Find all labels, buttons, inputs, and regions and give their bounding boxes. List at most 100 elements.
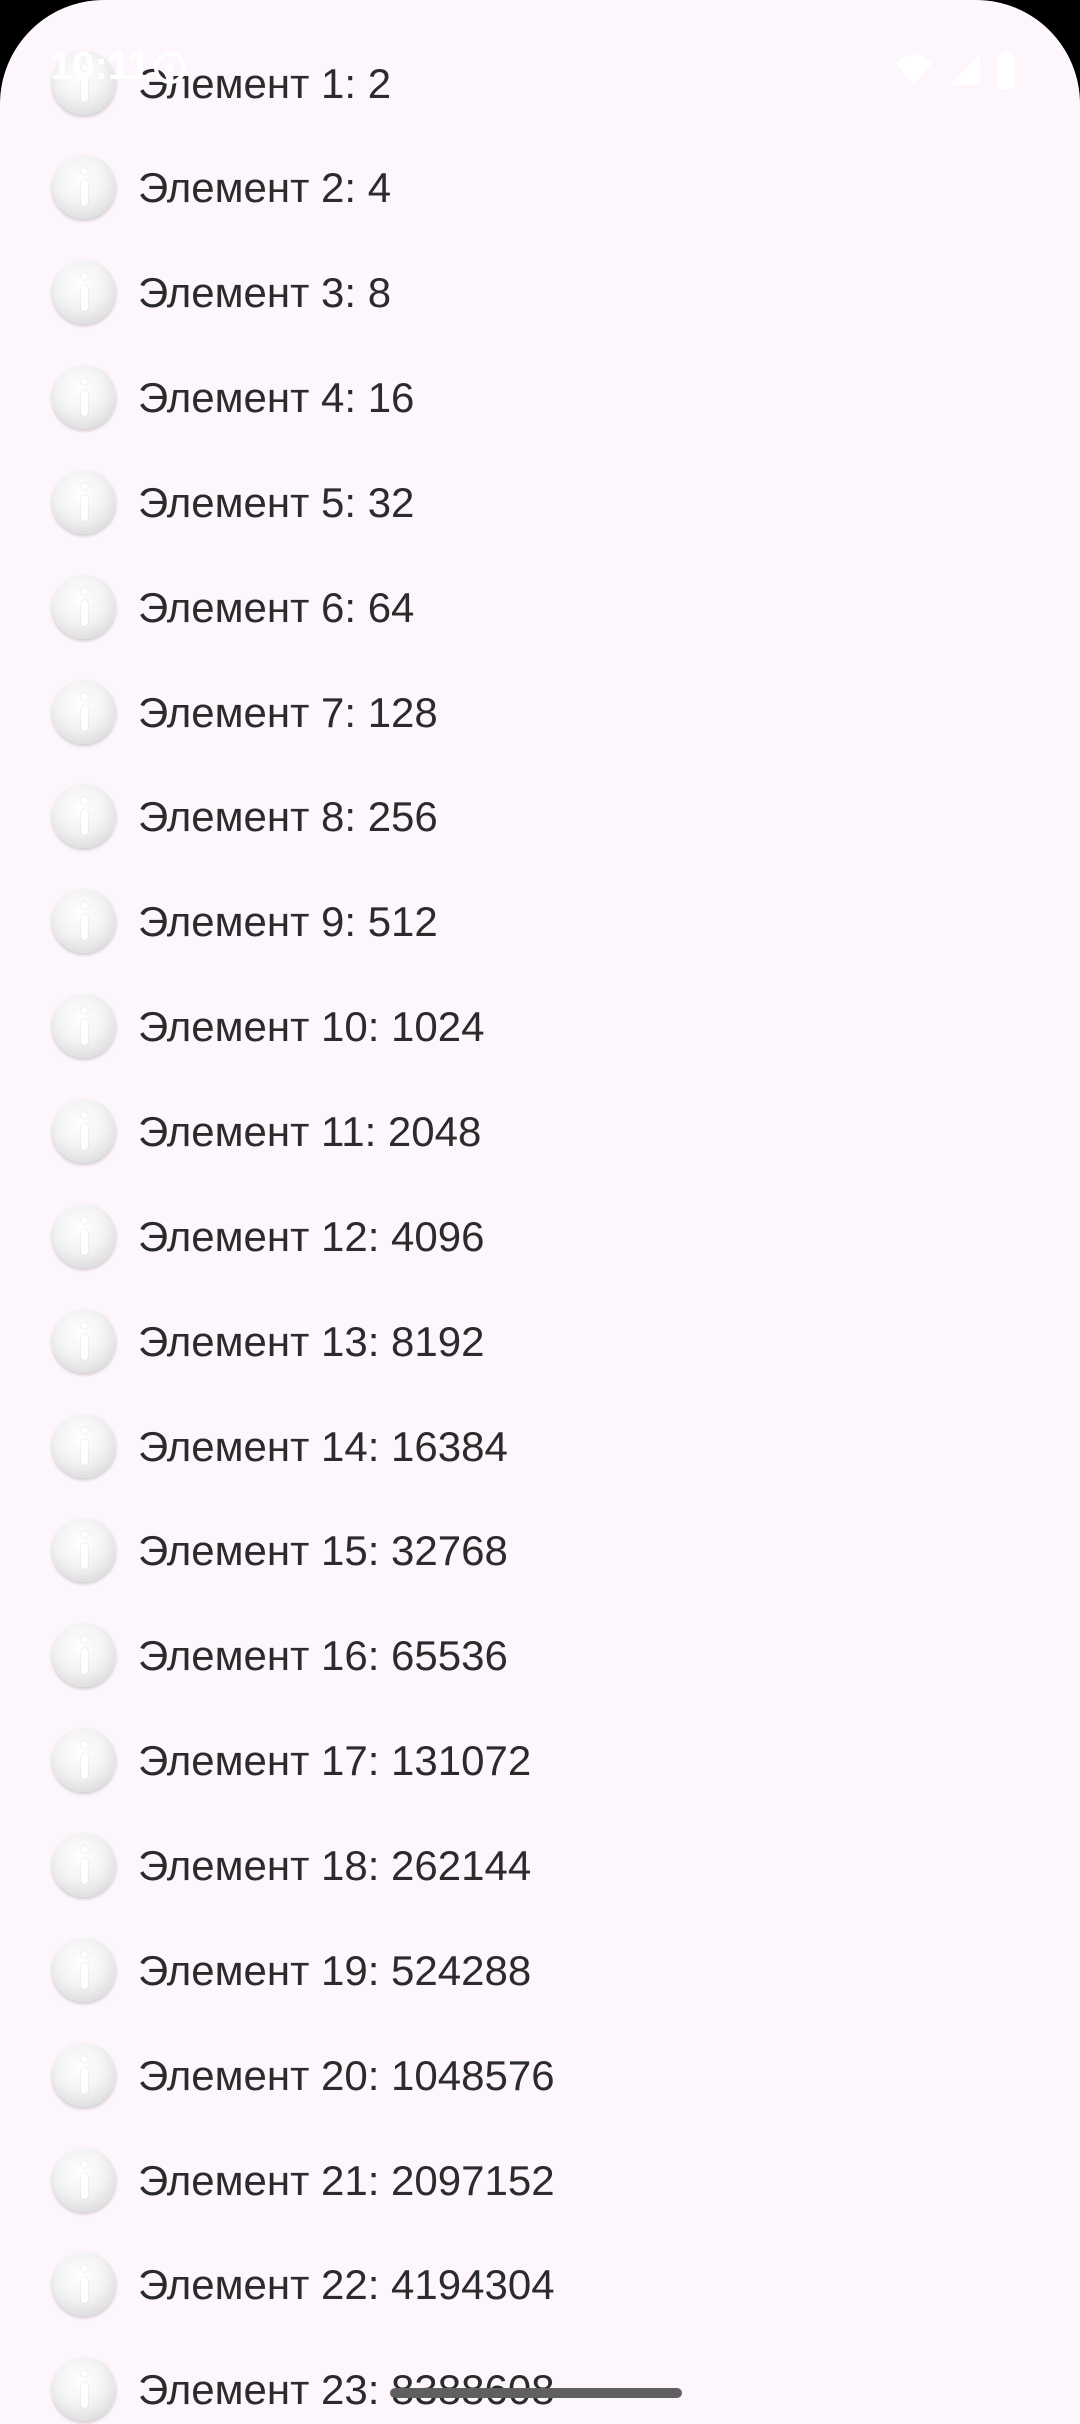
info-icon-bar [81, 2068, 88, 2094]
info-icon-bar [81, 705, 88, 731]
info-icon [52, 470, 116, 534]
list-item-label: Элемент 7: 128 [138, 688, 438, 736]
list-item[interactable]: Элемент 11: 2048 [0, 1079, 1080, 1184]
info-icon [52, 1728, 116, 1792]
info-icon-dot [81, 588, 88, 595]
info-icon-bar [81, 1543, 88, 1569]
list-item[interactable]: Элемент 7: 128 [0, 660, 1080, 765]
list-item[interactable]: Элемент 17: 131072 [0, 1708, 1080, 1813]
list-item[interactable]: Элемент 16: 65536 [0, 1603, 1080, 1708]
info-icon [52, 2043, 116, 2107]
app-screen: 10:11 Элемент 1: 2 Элемент 2: 4 Элемент … [0, 0, 1080, 2424]
info-icon-dot [81, 273, 88, 280]
info-icon-dot [81, 1112, 88, 1119]
list-item[interactable]: Элемент 20: 1048576 [0, 2023, 1080, 2128]
info-icon [52, 1833, 116, 1897]
info-icon-bar [81, 390, 88, 416]
list-item[interactable]: Элемент 5: 32 [0, 450, 1080, 555]
list-item-label: Элемент 15: 32768 [138, 1526, 508, 1574]
info-icon-dot [81, 2056, 88, 2063]
list-item-label: Элемент 17: 131072 [138, 1736, 532, 1784]
list-item-label: Элемент 6: 64 [138, 583, 415, 631]
list-item[interactable]: Элемент 9: 512 [0, 869, 1080, 974]
list-item-label: Элемент 10: 1024 [138, 1002, 485, 1050]
info-icon-bar [81, 1334, 88, 1360]
info-icon [52, 260, 116, 324]
info-icon-bar [81, 1963, 88, 1989]
list-item-label: Элемент 19: 524288 [138, 1946, 532, 1994]
info-icon-bar [81, 914, 88, 940]
list-item[interactable]: Элемент 10: 1024 [0, 974, 1080, 1079]
info-icon-dot [81, 797, 88, 804]
list-item-label: Элемент 9: 512 [138, 897, 438, 945]
info-icon-dot [81, 168, 88, 175]
list-item[interactable]: Элемент 12: 4096 [0, 1184, 1080, 1289]
info-icon [52, 1309, 116, 1373]
info-icon [52, 1204, 116, 1268]
info-icon-bar [81, 285, 88, 311]
list-item-label: Элемент 22: 4194304 [138, 2260, 555, 2308]
info-icon-dot [81, 1636, 88, 1643]
info-icon [52, 2357, 116, 2421]
info-icon [52, 155, 116, 219]
list-item-label: Элемент 20: 1048576 [138, 2051, 555, 2099]
info-icon [52, 1414, 116, 1478]
info-icon-dot [81, 378, 88, 385]
info-icon [52, 1623, 116, 1687]
info-icon [52, 2148, 116, 2212]
info-icon-bar [81, 1124, 88, 1150]
list-item[interactable]: Элемент 3: 8 [0, 240, 1080, 345]
info-icon-dot [81, 1217, 88, 1224]
info-icon [52, 2252, 116, 2316]
list-item[interactable]: Элемент 18: 262144 [0, 1813, 1080, 1918]
list-item[interactable]: Элемент 22: 4194304 [0, 2232, 1080, 2337]
info-icon-bar [81, 1858, 88, 1884]
list-item[interactable]: Элемент 15: 32768 [0, 1498, 1080, 1603]
list-item[interactable]: Элемент 6: 64 [0, 555, 1080, 660]
wifi-icon [894, 53, 934, 87]
info-icon [52, 1938, 116, 2002]
list-item-label: Элемент 16: 65536 [138, 1631, 508, 1679]
list-item-label: Элемент 12: 4096 [138, 1212, 485, 1260]
list-item-label: Элемент 11: 2048 [138, 1107, 482, 1155]
info-icon-bar [81, 2382, 88, 2408]
list-item-label: Элемент 5: 32 [138, 478, 415, 526]
info-icon [52, 1099, 116, 1163]
status-time: 10:11 [50, 44, 151, 88]
list-item[interactable]: Элемент 2: 4 [0, 135, 1080, 240]
info-icon-bar [81, 495, 88, 521]
list-item[interactable]: Элемент 13: 8192 [0, 1289, 1080, 1394]
list-item-label: Элемент 21: 2097152 [138, 2156, 555, 2204]
battery-icon [996, 51, 1016, 89]
list-item[interactable]: Элемент 4: 16 [0, 345, 1080, 450]
info-icon-bar [81, 1019, 88, 1045]
list-item-label: Элемент 13: 8192 [138, 1317, 485, 1365]
info-icon-dot [81, 902, 88, 909]
info-icon-dot [81, 483, 88, 490]
info-icon-dot [81, 1741, 88, 1748]
info-icon-bar [81, 1648, 88, 1674]
info-icon-dot [81, 1007, 88, 1014]
info-icon-bar [81, 809, 88, 835]
info-icon-dot [81, 2370, 88, 2377]
info-icon-dot [81, 1951, 88, 1958]
list-item-label: Элемент 3: 8 [138, 268, 392, 316]
info-icon [52, 889, 116, 953]
list-item-label: Элемент 2: 4 [138, 163, 392, 211]
info-icon [52, 994, 116, 1058]
list-item[interactable]: Элемент 14: 16384 [0, 1394, 1080, 1499]
notification-icon [150, 48, 190, 88]
list-item[interactable]: Элемент 19: 524288 [0, 1918, 1080, 2023]
gesture-nav-handle[interactable] [390, 2388, 682, 2398]
info-icon-bar [81, 600, 88, 626]
info-icon-dot [81, 693, 88, 700]
list-item-label: Элемент 8: 256 [138, 792, 438, 840]
list-item[interactable]: Элемент 23: 8388608 [0, 2337, 1080, 2424]
info-icon-dot [81, 1531, 88, 1538]
info-icon-bar [81, 1229, 88, 1255]
info-icon-bar [81, 1753, 88, 1779]
list-item[interactable]: Элемент 21: 2097152 [0, 2128, 1080, 2233]
list-item[interactable]: Элемент 8: 256 [0, 764, 1080, 869]
info-icon-bar [81, 1439, 88, 1465]
info-icon-dot [81, 1322, 88, 1329]
